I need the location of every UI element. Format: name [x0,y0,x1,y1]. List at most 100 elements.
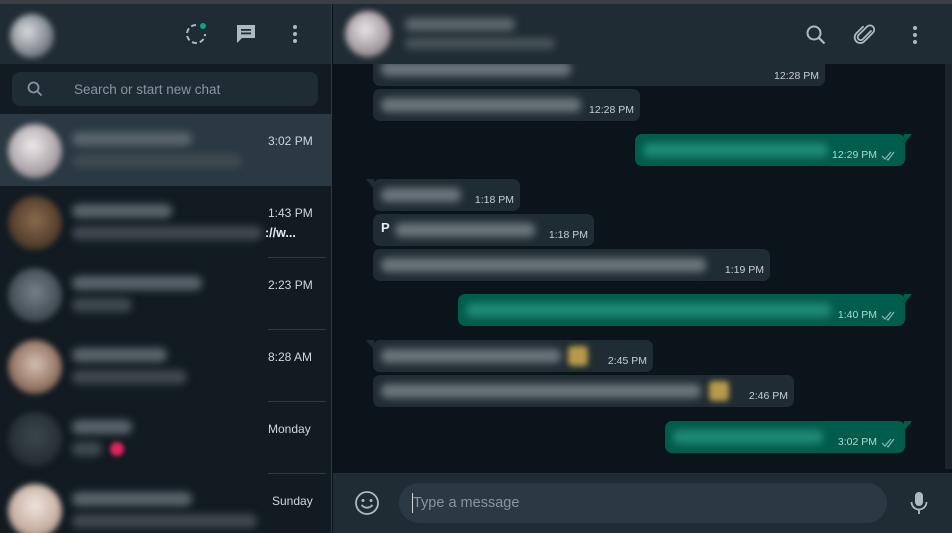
last-message-preview [72,370,187,384]
outgoing-message[interactable]: 1:40 PM [458,294,912,326]
last-message-preview [72,514,257,528]
contact-status [405,38,555,49]
menu-icon[interactable] [281,20,309,48]
search-bar [0,64,331,114]
text-caret [412,493,413,513]
outgoing-message[interactable]: 12:29 PM [635,134,912,166]
emoji-icon [709,381,729,401]
bubble-tail [366,179,374,189]
microphone-icon[interactable] [907,489,931,517]
message-text [381,258,706,272]
contact-avatar [8,196,62,250]
chat-time: 1:43 PM [268,206,313,220]
bubble-tail [904,134,912,144]
chat-list-item[interactable]: Monday [0,402,331,474]
message-text [673,430,823,444]
message-text [381,98,581,112]
read-receipt-icon [881,311,895,321]
contact-avatar [8,340,62,394]
message-time: 1:18 PM [548,229,588,241]
search-icon[interactable] [26,80,44,98]
contact-name [72,420,132,434]
message-text [643,143,828,157]
contact-avatar [8,484,62,533]
contact-avatar [8,412,62,466]
menu-icon[interactable] [902,22,928,48]
last-message-preview [72,298,132,312]
message-time: 2:46 PM [748,390,788,402]
read-receipt-icon [881,438,895,448]
whatsapp-window: 3:02 PM 1:43 PM ://w... 2:23 PM [0,0,952,533]
contact-avatar[interactable] [345,11,391,57]
sidebar: 3:02 PM 1:43 PM ://w... 2:23 PM [0,4,332,533]
emoji-icon[interactable] [353,489,381,517]
outgoing-message[interactable]: 3:02 PM [665,421,912,453]
search-icon[interactable] [803,22,829,48]
message-list: 12:28 PM 12:28 PM 12:29 PM 1:18 PM P 1:1… [333,64,952,473]
incoming-message[interactable]: 12:28 PM [373,89,640,121]
chat-time: Monday [268,422,311,436]
message-time: 12:29 PM [832,149,877,161]
read-receipt-icon [881,151,895,161]
incoming-message[interactable]: 2:45 PM [366,340,653,372]
message-time: 12:28 PM [774,70,819,82]
contact-name [72,276,202,290]
chat-list-item[interactable]: 3:02 PM [0,114,331,186]
message-time: 1:18 PM [474,194,514,206]
chat-list-item[interactable]: 1:43 PM ://w... [0,186,331,258]
incoming-message[interactable]: P 1:18 PM [373,214,594,246]
incoming-message[interactable]: 1:19 PM [373,249,770,281]
bubble-tail [904,421,912,431]
status-icon[interactable] [182,20,210,48]
last-message-preview [72,442,102,456]
conversation-panel: 12:28 PM 12:28 PM 12:29 PM 1:18 PM P 1:1… [333,4,952,533]
chat-list-item[interactable]: 8:28 AM [0,330,331,402]
message-visible-text: P [381,220,390,235]
bubble-tail [904,294,912,304]
message-text [466,303,831,317]
chat-list: 3:02 PM 1:43 PM ://w... 2:23 PM 8:28 AM … [0,114,331,533]
message-text [381,349,561,363]
last-message-preview [72,226,262,240]
emoji-icon [568,346,588,366]
message-time: 2:45 PM [607,355,647,367]
incoming-message[interactable]: 1:18 PM [366,179,520,211]
contact-name [72,348,167,362]
conversation-scrollbar[interactable] [945,64,952,469]
search-input[interactable] [74,72,304,106]
contact-avatar [8,268,62,322]
message-time: 1:19 PM [724,264,764,276]
incoming-message[interactable]: 12:28 PM [373,64,825,86]
sidebar-header [0,4,331,64]
emoji-icon [110,442,124,456]
bubble-tail [366,340,374,350]
message-time: 3:02 PM [837,436,877,448]
chat-time: 2:23 PM [268,278,313,292]
message-composer [333,473,952,533]
message-snippet: ://w... [265,226,296,240]
message-time: 12:28 PM [589,104,634,116]
attach-icon[interactable] [852,22,878,48]
chat-list-item[interactable]: 2:23 PM [0,258,331,330]
message-text [381,384,701,398]
incoming-message[interactable]: 2:46 PM [373,375,794,407]
new-chat-icon[interactable] [232,20,260,48]
chat-time: 3:02 PM [268,134,313,148]
message-text [381,188,461,202]
conversation-header [333,4,952,64]
message-input[interactable] [399,483,887,523]
message-text [381,64,571,76]
message-time: 1:40 PM [837,309,877,321]
contact-name [72,132,192,146]
contact-name [72,204,172,218]
chat-time: Sunday [272,494,313,508]
my-profile-avatar[interactable] [10,14,54,58]
last-message-preview [72,154,242,168]
message-text [395,223,535,237]
contact-name[interactable] [405,18,515,31]
contact-name [72,492,192,506]
chat-list-item[interactable]: Sunday [0,474,331,533]
search-box [12,72,318,106]
contact-avatar [8,124,62,178]
chat-time: 8:28 AM [268,350,313,364]
